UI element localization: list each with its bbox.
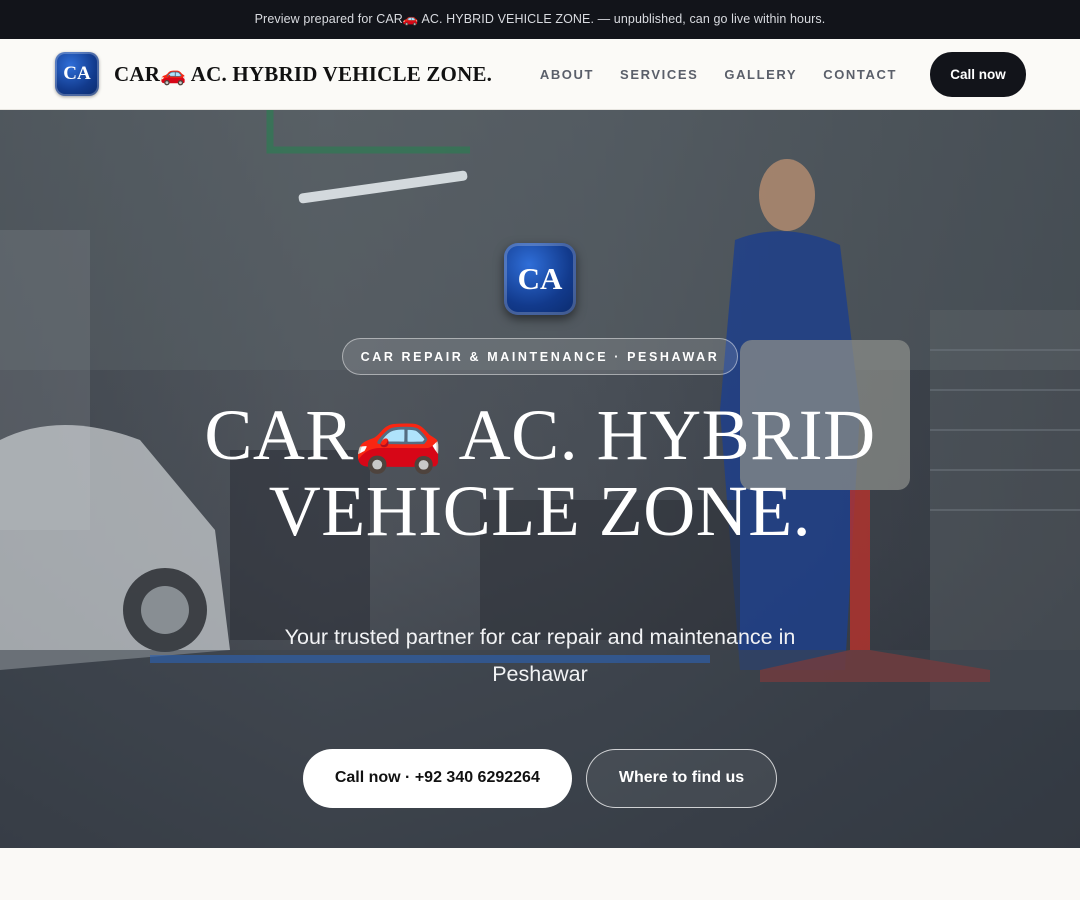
preview-banner: Preview prepared for CAR🚗 AC. HYBRID VEH… (0, 0, 1080, 39)
hero-logo-initials: CA (517, 261, 563, 296)
nav-contact[interactable]: CONTACT (823, 67, 897, 82)
logo-icon[interactable]: CA (55, 52, 99, 96)
next-section (0, 848, 1080, 900)
hero-actions: Call now · +92 340 6292264 Where to find… (302, 748, 778, 808)
nav-gallery[interactable]: GALLERY (724, 67, 797, 82)
preview-banner-text: Preview prepared for CAR🚗 AC. HYBRID VEH… (254, 12, 826, 26)
main-nav: ABOUT SERVICES GALLERY CONTACT Call now (540, 51, 1026, 97)
nav-about[interactable]: ABOUT (540, 67, 594, 82)
nav-services[interactable]: SERVICES (620, 67, 698, 82)
where-to-find-us-button[interactable]: Where to find us (585, 748, 778, 808)
hero-tagline-badge: CAR REPAIR & MAINTENANCE · PESHAWAR (341, 338, 739, 375)
logo-initials: CA (63, 63, 91, 84)
header-call-button[interactable]: Call now (930, 51, 1026, 97)
hero-logo-icon: CA (504, 243, 576, 315)
hero-subtitle: Your trusted partner for car repair and … (284, 625, 796, 687)
hero-title: CAR🚗 AC. HYBRID VEHICLE ZONE. (204, 395, 876, 551)
brand-name[interactable]: CAR🚗 AC. HYBRID VEHICLE ZONE. (114, 62, 492, 87)
hero-call-button[interactable]: Call now · +92 340 6292264 (302, 748, 572, 808)
hero-section: CA CAR REPAIR & MAINTENANCE · PESHAWAR C… (0, 110, 1080, 848)
site-header: CA CAR🚗 AC. HYBRID VEHICLE ZONE. ABOUT S… (0, 39, 1080, 110)
hero-content: CA CAR REPAIR & MAINTENANCE · PESHAWAR C… (0, 110, 1080, 848)
